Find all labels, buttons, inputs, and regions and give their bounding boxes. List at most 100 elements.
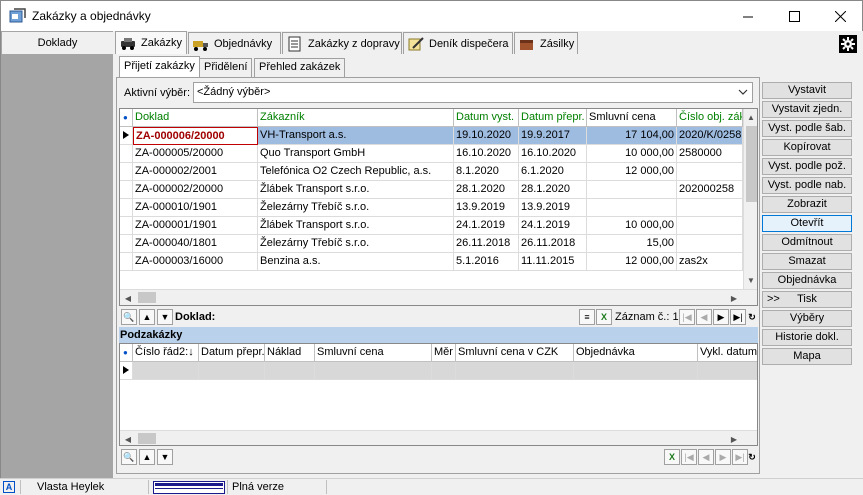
vystavit-button[interactable]: Vystavit xyxy=(762,82,852,99)
column-header[interactable]: Datum vyst. xyxy=(454,109,519,127)
table-cell: 202000258 xyxy=(677,181,743,199)
table-cell: 24.1.2019 xyxy=(454,217,519,235)
user-name: Vlasta Heylek xyxy=(37,481,105,493)
column-header[interactable]: Datum přepr. xyxy=(519,109,587,127)
horizontal-scrollbar[interactable]: ◀ ▶ xyxy=(120,289,757,305)
scroll-thumb[interactable] xyxy=(746,126,757,202)
left-panel-header[interactable]: Doklady xyxy=(2,32,113,54)
subgrid-toolbar: 🔍 ▲ ▼ X |◀ ◀ ▶ ▶| ↻ xyxy=(119,447,758,467)
document-icon xyxy=(288,36,301,51)
status-bar: A Vlasta Heylek Plná verze xyxy=(0,478,863,495)
tab-zasilky[interactable]: Zásilky xyxy=(514,32,578,54)
column-header[interactable]: Smluvní cena xyxy=(315,344,432,362)
scroll-right-icon[interactable]: ▶ xyxy=(726,290,742,305)
tree-icon[interactable]: ≡ xyxy=(579,309,595,325)
mapa-button[interactable]: Mapa xyxy=(762,348,852,365)
next-record-icon[interactable]: ▶ xyxy=(713,309,729,325)
excel-icon[interactable]: X xyxy=(664,449,680,465)
expand-down-icon[interactable]: ▼ xyxy=(157,449,173,465)
table-cell: 8.1.2020 xyxy=(454,163,519,181)
column-header[interactable]: Měr xyxy=(432,344,456,362)
tab-denik-dispecera[interactable]: Deník dispečera xyxy=(403,32,513,54)
scroll-right-icon[interactable]: ▶ xyxy=(726,431,742,445)
table-cell: 11.11.2015 xyxy=(519,253,587,271)
close-button[interactable] xyxy=(817,1,863,31)
first-record-icon[interactable]: |◀ xyxy=(679,309,695,325)
last-record-icon[interactable]: ▶| xyxy=(730,309,746,325)
subgrid-title: Podzakázky xyxy=(119,327,758,343)
column-header[interactable]: Doklad xyxy=(133,109,258,127)
table-cell: 19.9.2017 xyxy=(519,127,587,145)
scroll-left-icon[interactable]: ◀ xyxy=(120,290,136,305)
tab-zakazky-z-dopravy[interactable]: Zakázky z dopravy xyxy=(282,32,402,54)
button-label: Vyst. podle pož. xyxy=(768,160,846,172)
search-icon[interactable]: 🔍 xyxy=(121,309,137,325)
table-cell: 28.1.2020 xyxy=(519,181,587,199)
tab-zakazky[interactable]: Zakázky xyxy=(115,31,187,54)
button-label: Zobrazit xyxy=(787,198,827,210)
collapse-up-icon[interactable]: ▲ xyxy=(139,309,155,325)
refresh-icon[interactable]: ↻ xyxy=(747,309,757,325)
scroll-down-icon[interactable]: ▼ xyxy=(743,272,757,288)
column-header[interactable]: Vykl. datum xyxy=(698,344,757,362)
column-header[interactable]: Zákazník xyxy=(258,109,454,127)
tab-label: Deník dispečera xyxy=(429,37,509,50)
column-header[interactable]: Datum přepr. xyxy=(199,344,265,362)
otevrit-button[interactable]: Otevřít xyxy=(762,215,852,232)
doklad-label: Doklad: xyxy=(175,311,216,323)
tisk-button[interactable]: >> Tisk xyxy=(762,291,852,308)
minimize-button[interactable] xyxy=(725,1,771,31)
column-header[interactable]: Smluvní cena xyxy=(587,109,677,127)
table-cell: ZA-000040/1801 xyxy=(133,235,258,253)
table-cell: Quo Transport GmbH xyxy=(258,145,454,163)
filter-select[interactable]: <Žádný výběr> xyxy=(193,82,753,103)
row-indicator xyxy=(120,199,133,217)
vyst-podle-sab-button[interactable]: Vyst. podle šab. xyxy=(762,120,852,137)
first-record-icon[interactable]: |◀ xyxy=(681,449,697,465)
subtab-prideleni[interactable]: Přidělení xyxy=(199,58,253,77)
excel-icon[interactable]: X xyxy=(596,309,612,325)
zobrazit-button[interactable]: Zobrazit xyxy=(762,196,852,213)
next-record-icon[interactable]: ▶ xyxy=(715,449,731,465)
prev-record-icon[interactable]: ◀ xyxy=(698,449,714,465)
vyst-podle-nab-button[interactable]: Vyst. podle nab. xyxy=(762,177,852,194)
vybery-button[interactable]: Výběry xyxy=(762,310,852,327)
refresh-icon[interactable]: ↻ xyxy=(747,449,757,465)
scroll-up-icon[interactable]: ▲ xyxy=(743,109,757,125)
column-header[interactable]: Smluvní cena v CZK xyxy=(456,344,574,362)
table-cell: 19.10.2020 xyxy=(454,127,519,145)
horizontal-scrollbar[interactable]: ◀ ▶ xyxy=(120,430,757,445)
button-label: Historie dokl. xyxy=(775,331,839,343)
scroll-thumb[interactable] xyxy=(138,433,156,444)
expand-down-icon[interactable]: ▼ xyxy=(157,309,173,325)
button-label: Objednávka xyxy=(777,274,837,286)
scroll-left-icon[interactable]: ◀ xyxy=(120,431,136,445)
maximize-button[interactable] xyxy=(771,1,817,31)
column-header[interactable]: Náklad xyxy=(265,344,315,362)
column-header[interactable]: Číslo řád2:↓ xyxy=(133,344,199,362)
scroll-thumb[interactable] xyxy=(138,292,156,303)
tab-objednavky[interactable]: Objednávky xyxy=(188,32,281,54)
prev-record-icon[interactable]: ◀ xyxy=(696,309,712,325)
smazat-button[interactable]: Smazat xyxy=(762,253,852,270)
column-header[interactable]: Objednávka xyxy=(574,344,698,362)
gear-icon[interactable] xyxy=(839,35,857,53)
left-panel: Doklady xyxy=(0,31,113,478)
column-header[interactable]: Číslo obj. zák xyxy=(677,109,743,127)
table-cell: 15,00 xyxy=(587,235,677,253)
car-icon xyxy=(121,38,135,50)
subtab-prijeti-zakazky[interactable]: Přijetí zakázky xyxy=(119,56,200,77)
collapse-up-icon[interactable]: ▲ xyxy=(139,449,155,465)
vertical-scrollbar[interactable]: ▲ ▼ xyxy=(743,109,757,289)
historie-dokl-button[interactable]: Historie dokl. xyxy=(762,329,852,346)
vystavit-zjedn-button[interactable]: Vystavit zjedn. xyxy=(762,101,852,118)
vyst-podle-poz-button[interactable]: Vyst. podle pož. xyxy=(762,158,852,175)
search-icon[interactable]: 🔍 xyxy=(121,449,137,465)
odmitnout-button[interactable]: Odmítnout xyxy=(762,234,852,251)
kopirovat-button[interactable]: Kopírovat xyxy=(762,139,852,156)
subtab-prehled-zakazek[interactable]: Přehled zakázek xyxy=(254,58,346,77)
last-record-icon[interactable]: ▶| xyxy=(732,449,748,465)
table-cell: ZA-000005/20000 xyxy=(133,145,258,163)
button-label: Kopírovat xyxy=(783,141,831,153)
objednavka-button[interactable]: Objednávka xyxy=(762,272,852,289)
